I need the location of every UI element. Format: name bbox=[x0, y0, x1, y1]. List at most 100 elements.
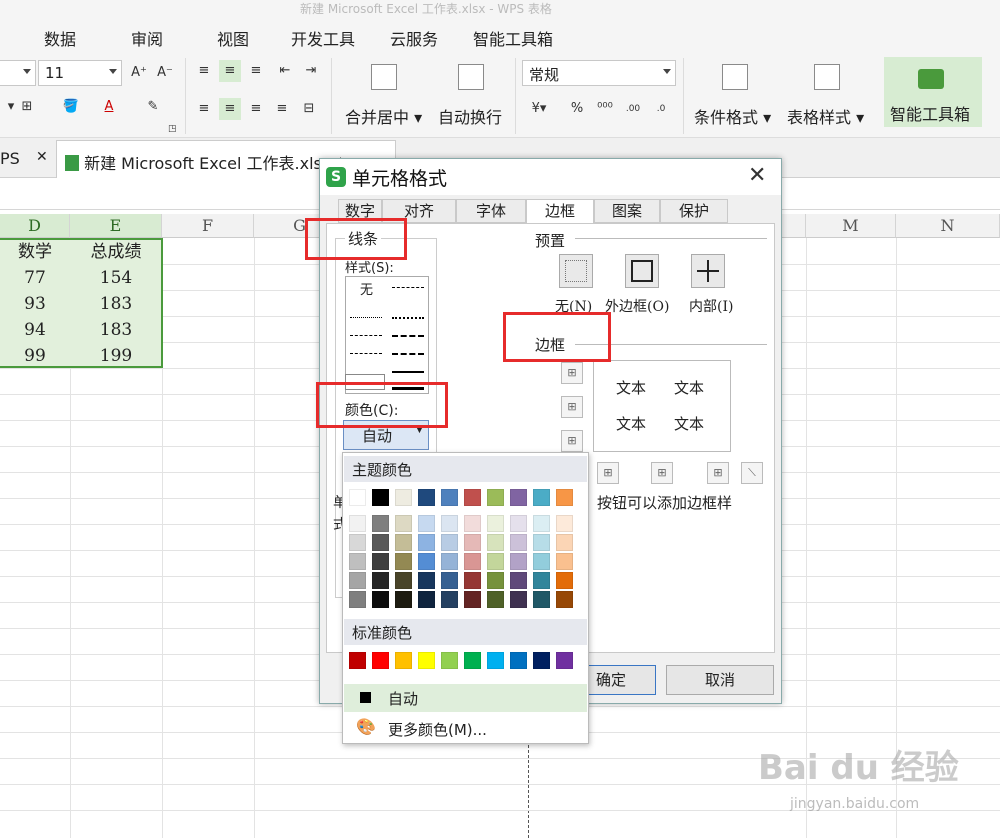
cell-d1[interactable]: 数学 bbox=[0, 239, 70, 265]
align-middle-icon[interactable]: ≡ bbox=[219, 60, 241, 82]
theme-shade-swatch[interactable] bbox=[395, 572, 412, 589]
theme-color-swatch[interactable] bbox=[372, 489, 389, 506]
theme-color-swatch[interactable] bbox=[556, 489, 573, 506]
theme-shade-swatch[interactable] bbox=[349, 515, 366, 532]
menu-view[interactable]: 视图 bbox=[217, 26, 249, 50]
theme-shade-swatch[interactable] bbox=[418, 572, 435, 589]
border-bottom-button[interactable]: ⊞ bbox=[561, 430, 583, 452]
conditional-format-button[interactable]: 条件格式 ▾ bbox=[694, 104, 771, 128]
theme-shade-swatch[interactable] bbox=[441, 591, 458, 608]
theme-shade-swatch[interactable] bbox=[464, 591, 481, 608]
align-top-icon[interactable]: ≡ bbox=[193, 60, 215, 82]
grow-font-icon[interactable]: A⁺ bbox=[128, 62, 150, 84]
theme-shade-swatch[interactable] bbox=[418, 553, 435, 570]
smart-toolbox-button[interactable]: 智能工具箱 bbox=[884, 57, 982, 127]
theme-color-swatch[interactable] bbox=[464, 489, 481, 506]
align-bottom-icon[interactable]: ≡ bbox=[245, 60, 267, 82]
theme-shade-swatch[interactable] bbox=[487, 553, 504, 570]
theme-shade-swatch[interactable] bbox=[441, 515, 458, 532]
style-none-option[interactable]: 无 bbox=[360, 279, 373, 298]
standard-color-swatch[interactable] bbox=[441, 652, 458, 669]
theme-shade-swatch[interactable] bbox=[464, 572, 481, 589]
theme-color-swatch[interactable] bbox=[418, 489, 435, 506]
theme-shade-swatch[interactable] bbox=[395, 515, 412, 532]
column-header-e[interactable]: E bbox=[70, 214, 162, 238]
standard-color-swatch[interactable] bbox=[372, 652, 389, 669]
menu-developer[interactable]: 开发工具 bbox=[291, 26, 355, 50]
theme-shade-swatch[interactable] bbox=[487, 572, 504, 589]
theme-shade-swatch[interactable] bbox=[487, 591, 504, 608]
theme-shade-swatch[interactable] bbox=[349, 534, 366, 551]
indent-decrease-icon[interactable]: ⇤ bbox=[274, 60, 296, 82]
number-format-combo[interactable]: 常规 bbox=[522, 60, 676, 86]
theme-shade-swatch[interactable] bbox=[510, 515, 527, 532]
cell-e1[interactable]: 总成绩 bbox=[70, 239, 162, 265]
theme-shade-swatch[interactable] bbox=[349, 572, 366, 589]
tab-font[interactable]: 字体 bbox=[456, 199, 526, 223]
shrink-font-icon[interactable]: A⁻ bbox=[154, 62, 176, 84]
cell-d2[interactable]: 77 bbox=[0, 265, 70, 291]
theme-shade-swatch[interactable] bbox=[464, 515, 481, 532]
tab-wps[interactable]: PS bbox=[0, 140, 20, 178]
cell-e4[interactable]: 183 bbox=[70, 317, 162, 343]
increase-decimal-icon[interactable]: .00 bbox=[622, 98, 644, 120]
currency-icon[interactable]: ¥▾ bbox=[528, 98, 550, 120]
merge-center-button[interactable]: 合并居中 ▾ bbox=[345, 104, 422, 128]
theme-shade-swatch[interactable] bbox=[418, 534, 435, 551]
menu-review[interactable]: 审阅 bbox=[131, 26, 163, 50]
more-colors-option[interactable]: 🎨 更多颜色(M)... bbox=[344, 715, 587, 741]
indent-increase-icon[interactable]: ⇥ bbox=[300, 60, 322, 82]
preset-none-button[interactable] bbox=[559, 254, 593, 288]
theme-shade-swatch[interactable] bbox=[372, 553, 389, 570]
border-top-button[interactable]: ⊞ bbox=[561, 362, 583, 384]
theme-shade-swatch[interactable] bbox=[510, 591, 527, 608]
cancel-button[interactable]: 取消 bbox=[666, 665, 774, 695]
align-center-icon[interactable]: ≡ bbox=[219, 98, 241, 120]
font-dialog-launcher-icon[interactable]: ◳ bbox=[168, 124, 177, 134]
theme-shade-swatch[interactable] bbox=[556, 591, 573, 608]
theme-shade-swatch[interactable] bbox=[441, 572, 458, 589]
border-right-button[interactable]: ⊞ bbox=[707, 462, 729, 484]
theme-color-swatch[interactable] bbox=[533, 489, 550, 506]
comma-icon[interactable]: ⁰⁰⁰ bbox=[594, 98, 616, 120]
standard-color-swatch[interactable] bbox=[418, 652, 435, 669]
theme-shade-swatch[interactable] bbox=[372, 534, 389, 551]
align-left-icon[interactable]: ≡ bbox=[193, 98, 215, 120]
standard-color-swatch[interactable] bbox=[510, 652, 527, 669]
theme-shade-swatch[interactable] bbox=[349, 591, 366, 608]
theme-color-swatch[interactable] bbox=[510, 489, 527, 506]
theme-color-swatch[interactable] bbox=[349, 489, 366, 506]
theme-shade-swatch[interactable] bbox=[533, 591, 550, 608]
theme-shade-swatch[interactable] bbox=[533, 515, 550, 532]
column-header-m[interactable]: M bbox=[806, 214, 896, 238]
theme-shade-swatch[interactable] bbox=[464, 553, 481, 570]
cell-e3[interactable]: 183 bbox=[70, 291, 162, 317]
fill-color-icon[interactable]: 🪣 bbox=[60, 96, 82, 118]
theme-shade-swatch[interactable] bbox=[418, 591, 435, 608]
menu-smart-toolbox[interactable]: 智能工具箱 bbox=[473, 26, 553, 50]
border-middle-button[interactable]: ⊞ bbox=[561, 396, 583, 418]
dialog-close-button[interactable]: ✕ bbox=[748, 163, 766, 188]
theme-shade-swatch[interactable] bbox=[556, 553, 573, 570]
font-name-combo[interactable] bbox=[0, 60, 36, 86]
theme-shade-swatch[interactable] bbox=[395, 534, 412, 551]
cell-e2[interactable]: 154 bbox=[70, 265, 162, 291]
table-style-icon[interactable] bbox=[814, 64, 840, 90]
table-style-button[interactable]: 表格样式 ▾ bbox=[787, 104, 864, 128]
theme-shade-swatch[interactable] bbox=[510, 572, 527, 589]
menu-data[interactable]: 数据 bbox=[44, 26, 76, 50]
align-right-icon[interactable]: ≡ bbox=[245, 98, 267, 120]
standard-color-swatch[interactable] bbox=[349, 652, 366, 669]
theme-shade-swatch[interactable] bbox=[372, 515, 389, 532]
border-diagonal-button[interactable]: ⟍ bbox=[741, 462, 763, 484]
column-header-f[interactable]: F bbox=[162, 214, 254, 238]
border-center-button[interactable]: ⊞ bbox=[651, 462, 673, 484]
distributed-icon[interactable]: ⊟ bbox=[298, 98, 320, 120]
theme-shade-swatch[interactable] bbox=[441, 553, 458, 570]
theme-shade-swatch[interactable] bbox=[533, 553, 550, 570]
justify-icon[interactable]: ≡ bbox=[271, 98, 293, 120]
theme-color-swatch[interactable] bbox=[487, 489, 504, 506]
theme-shade-swatch[interactable] bbox=[510, 534, 527, 551]
preset-outline-button[interactable] bbox=[625, 254, 659, 288]
auto-color-option[interactable]: 自动 bbox=[344, 684, 587, 712]
